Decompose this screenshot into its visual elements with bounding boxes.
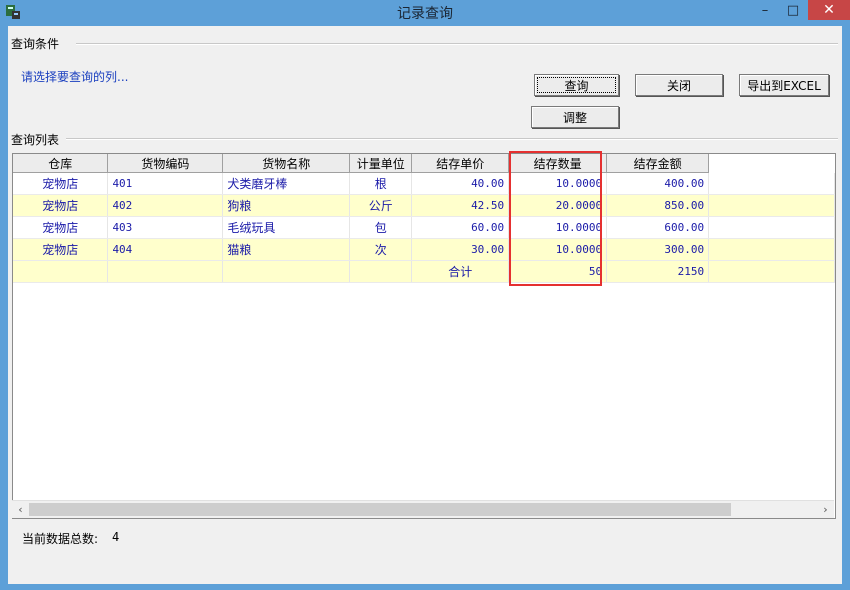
- column-header-unit[interactable]: 计量单位: [349, 154, 413, 173]
- cell-warehouse[interactable]: 宠物店: [13, 238, 109, 261]
- app-window: 记录查询 – □ ✕ 查询条件 请选择要查询的列... 查询 关闭 导出到EXC…: [0, 0, 850, 590]
- table-row[interactable]: 宠物店 402 狗粮 公斤 42.50 20.0000 850.00: [13, 194, 835, 217]
- table-row[interactable]: 宠物店 404 猫粮 次 30.00 10.0000 300.00: [13, 238, 835, 261]
- cell-amount[interactable]: 400.00: [606, 172, 710, 195]
- cell-warehouse[interactable]: 宠物店: [13, 194, 109, 217]
- scrollbar-thumb[interactable]: [29, 503, 731, 516]
- cell-amount[interactable]: 600.00: [606, 216, 710, 239]
- column-header-code[interactable]: 货物编码: [107, 154, 224, 173]
- column-header-price[interactable]: 结存单价: [411, 154, 510, 173]
- summary-cell-empty: [349, 260, 413, 283]
- record-count-value: 4: [112, 530, 120, 544]
- adjust-button[interactable]: 调整: [531, 106, 619, 128]
- cell-code[interactable]: 401: [107, 172, 224, 195]
- summary-cell-empty: [708, 260, 835, 283]
- cell-amount[interactable]: 850.00: [606, 194, 710, 217]
- cell-qty[interactable]: 10.0000: [508, 238, 608, 261]
- cell-unit[interactable]: 次: [349, 238, 413, 261]
- scroll-right-icon[interactable]: ›: [817, 501, 834, 518]
- grid-header-row: 仓库 货物编码 货物名称 计量单位 结存单价 结存数量 结存金额: [13, 154, 835, 173]
- client-area: 查询条件 请选择要查询的列... 查询 关闭 导出到EXCEL 调整 查询列表 …: [8, 26, 842, 584]
- cell-filler: [708, 216, 835, 239]
- cell-name[interactable]: 狗粮: [222, 194, 351, 217]
- summary-qty: 50: [508, 260, 608, 283]
- conditions-section-label: 查询条件: [11, 35, 64, 52]
- column-header-amount[interactable]: 结存金额: [606, 154, 710, 173]
- cell-filler: [708, 194, 835, 217]
- column-header-warehouse[interactable]: 仓库: [13, 154, 109, 173]
- list-section-label: 查询列表: [11, 131, 64, 148]
- cell-unit[interactable]: 根: [349, 172, 413, 195]
- cell-qty[interactable]: 10.0000: [508, 216, 608, 239]
- cell-code[interactable]: 403: [107, 216, 224, 239]
- minimize-icon[interactable]: –: [752, 0, 778, 20]
- cell-warehouse[interactable]: 宠物店: [13, 216, 109, 239]
- cell-qty[interactable]: 10.0000: [508, 172, 608, 195]
- column-header-name[interactable]: 货物名称: [222, 154, 351, 173]
- cell-code[interactable]: 402: [107, 194, 224, 217]
- column-header-filler: [708, 154, 835, 173]
- cell-code[interactable]: 404: [107, 238, 224, 261]
- cell-name[interactable]: 毛绒玩具: [222, 216, 351, 239]
- cell-filler: [708, 238, 835, 261]
- table-row[interactable]: 宠物店 403 毛绒玩具 包 60.00 10.0000 600.00: [13, 216, 835, 239]
- close-icon[interactable]: ✕: [808, 0, 850, 20]
- cell-amount[interactable]: 300.00: [606, 238, 710, 261]
- cell-qty[interactable]: 20.0000: [508, 194, 608, 217]
- cell-price[interactable]: 42.50: [411, 194, 510, 217]
- export-excel-button[interactable]: 导出到EXCEL: [739, 74, 829, 96]
- cell-price[interactable]: 60.00: [411, 216, 510, 239]
- cell-warehouse[interactable]: 宠物店: [13, 172, 109, 195]
- conditions-divider: [76, 43, 838, 45]
- summary-label: 合计: [411, 260, 510, 283]
- cell-filler: [708, 172, 835, 195]
- summary-amount: 2150: [606, 260, 710, 283]
- cell-unit[interactable]: 包: [349, 216, 413, 239]
- scroll-left-icon[interactable]: ‹: [12, 501, 29, 518]
- query-button[interactable]: 查询: [534, 74, 619, 96]
- horizontal-scrollbar[interactable]: ‹ ›: [12, 500, 834, 518]
- list-divider: [66, 138, 838, 140]
- summary-cell-empty: [107, 260, 224, 283]
- table-row[interactable]: 宠物店 401 犬类磨牙棒 根 40.00 10.0000 400.00: [13, 172, 835, 195]
- cell-price[interactable]: 30.00: [411, 238, 510, 261]
- column-header-qty[interactable]: 结存数量: [508, 154, 608, 173]
- cell-price[interactable]: 40.00: [411, 172, 510, 195]
- query-hint-text: 请选择要查询的列...: [21, 70, 129, 84]
- maximize-icon[interactable]: □: [780, 0, 806, 20]
- title-bar[interactable]: 记录查询 – □ ✕: [0, 0, 850, 26]
- data-grid[interactable]: 仓库 货物编码 货物名称 计量单位 结存单价 结存数量 结存金额 宠物店 401: [12, 153, 836, 519]
- summary-cell-empty: [13, 260, 109, 283]
- cell-name[interactable]: 犬类磨牙棒: [222, 172, 351, 195]
- cell-name[interactable]: 猫粮: [222, 238, 351, 261]
- summary-row: 合计 50 2150: [13, 260, 835, 283]
- summary-cell-empty: [222, 260, 351, 283]
- close-button[interactable]: 关闭: [635, 74, 723, 96]
- record-count-label: 当前数据总数:: [22, 532, 99, 546]
- cell-unit[interactable]: 公斤: [349, 194, 413, 217]
- window-title: 记录查询: [397, 6, 453, 22]
